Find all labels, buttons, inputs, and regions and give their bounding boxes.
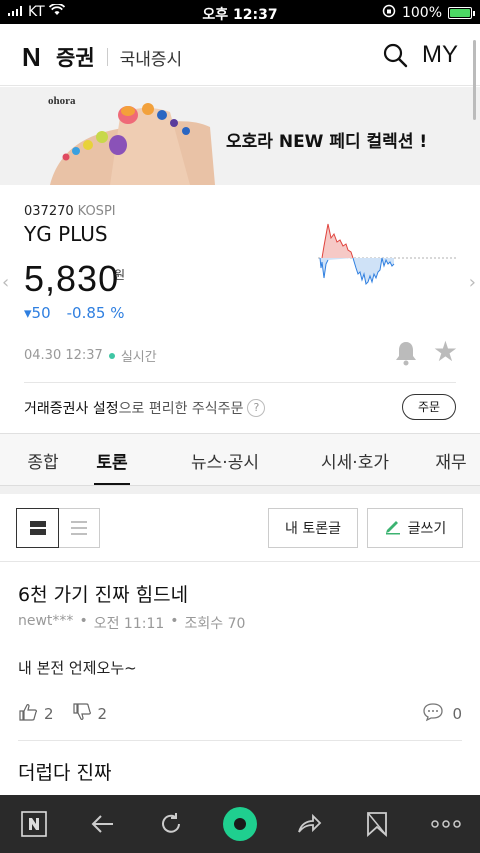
banner-image: [50, 103, 215, 185]
post-views: 조회수 70: [184, 616, 246, 632]
section-title: 증권: [56, 46, 95, 70]
orientation-lock-icon: [382, 4, 396, 22]
dislike-count: 2: [97, 705, 108, 723]
price-unit: 원: [114, 268, 126, 282]
tab-quotes[interactable]: 시세·호가: [300, 434, 410, 485]
meta-dot: •: [79, 613, 88, 629]
tab-financials[interactable]: 재무: [426, 434, 476, 485]
stock-code-number: 037270: [24, 204, 74, 219]
more-icon[interactable]: [426, 804, 466, 844]
app-header: N 증권 국내증시 MY: [0, 24, 480, 86]
post-title[interactable]: 6천 가기 진짜 힘드네: [18, 580, 462, 607]
post-actions: 2 2 0: [18, 702, 462, 726]
comment-count: 0: [452, 705, 462, 723]
tab-news[interactable]: 뉴스·공시: [170, 434, 280, 485]
divider: [24, 382, 456, 383]
meta-dot: •: [170, 613, 179, 629]
search-icon[interactable]: [382, 42, 408, 68]
promo-bold: 거래증권사 설정: [24, 401, 119, 417]
banner-text: 오호라 NEW 페디 컬렉션 !: [226, 132, 428, 152]
list-view-icon[interactable]: [58, 509, 99, 547]
divider: [106, 48, 108, 66]
chevron-right-icon[interactable]: ›: [469, 272, 476, 293]
bell-icon[interactable]: [394, 340, 418, 366]
promo-text: 으로 편리한 주식주문: [118, 401, 244, 417]
back-arrow-icon[interactable]: [83, 804, 123, 844]
green-dot-icon[interactable]: [220, 804, 260, 844]
quote-datetime: 04.30 12:37: [24, 348, 103, 363]
tab-summary[interactable]: 종합: [0, 434, 86, 485]
share-arrow-icon[interactable]: [289, 804, 329, 844]
write-label: 글쓰기: [407, 521, 447, 537]
thumbs-down-icon: [72, 703, 92, 725]
stock-code: 037270 KOSPI: [24, 204, 116, 219]
post-title[interactable]: 더럽다 진짜: [18, 758, 462, 785]
board-toolbar: 내 토론글 글쓰기: [0, 494, 480, 562]
stock-name: YG PLUS: [24, 222, 108, 246]
post-time: 오전 11:11: [93, 616, 165, 632]
broker-setting-link[interactable]: 거래증권사 설정 으로 편리한 주식주문 ?: [24, 398, 266, 418]
view-toggle: [16, 508, 100, 548]
price-change: ▾50 -0.85 %: [24, 304, 124, 322]
order-button[interactable]: 주문: [402, 394, 456, 420]
tab-bar: 종합 토론 뉴스·공시 시세·호가 재무: [0, 434, 480, 486]
naver-logo-icon: N: [22, 42, 41, 72]
like-count: 2: [44, 705, 54, 723]
post-meta: newt*** • 오전 11:11 • 조회수 70: [18, 613, 462, 633]
card-view-icon[interactable]: [16, 508, 59, 548]
comment-button[interactable]: 0: [422, 702, 462, 726]
quote-time: 04.30 12:37 실시간: [24, 346, 157, 365]
help-icon[interactable]: ?: [247, 399, 266, 417]
status-bar: KT 오후 12:37 100%: [0, 0, 480, 24]
divider: [18, 740, 462, 741]
section-gap: [0, 486, 480, 494]
comment-icon: [422, 702, 444, 726]
browser-bottom-bar: [0, 795, 480, 853]
pencil-icon: [384, 517, 402, 539]
intraday-mini-chart[interactable]: [318, 216, 458, 296]
stock-price: 5,830: [24, 258, 120, 299]
chevron-left-icon[interactable]: ‹: [2, 272, 9, 293]
scrollbar[interactable]: [473, 40, 476, 120]
change-amount: ▾50: [24, 304, 51, 322]
my-button[interactable]: MY: [422, 41, 458, 69]
thumbs-up-icon: [18, 703, 38, 725]
my-posts-button[interactable]: 내 토론글: [268, 508, 358, 548]
like-button[interactable]: 2: [18, 703, 54, 725]
star-icon[interactable]: ★: [433, 338, 458, 366]
bookmark-icon[interactable]: [357, 804, 397, 844]
dislike-button[interactable]: 2: [72, 703, 108, 725]
stock-panel: ‹ › 037270 KOSPI YG PLUS 5,830 원 ▾50 -0.8…: [0, 186, 480, 434]
write-button[interactable]: 글쓰기: [367, 508, 463, 548]
tab-discussion[interactable]: 토론: [94, 434, 130, 485]
battery-percent: 100%: [401, 5, 442, 21]
post-body: 내 본전 언제오누~: [18, 659, 137, 677]
naver-home-icon[interactable]: [14, 804, 54, 844]
realtime-dot-icon: [108, 352, 115, 359]
battery-icon: [448, 7, 475, 19]
ad-banner[interactable]: ohora 오호라 NEW 페디 컬렉션 !: [0, 87, 480, 185]
section-subtitle[interactable]: 국내증시: [120, 45, 183, 70]
realtime-label: 실시간: [120, 350, 157, 365]
logo[interactable]: N 증권 국내증시: [22, 42, 182, 72]
stock-market: KOSPI: [77, 204, 116, 219]
post-item[interactable]: 6천 가기 진짜 힘드네 newt*** • 오전 11:11 • 조회수 70…: [18, 580, 462, 730]
change-percent: -0.85 %: [66, 304, 125, 322]
post-author: newt***: [18, 613, 74, 629]
refresh-icon[interactable]: [151, 804, 191, 844]
post-item[interactable]: 더럽다 진짜: [18, 758, 462, 785]
